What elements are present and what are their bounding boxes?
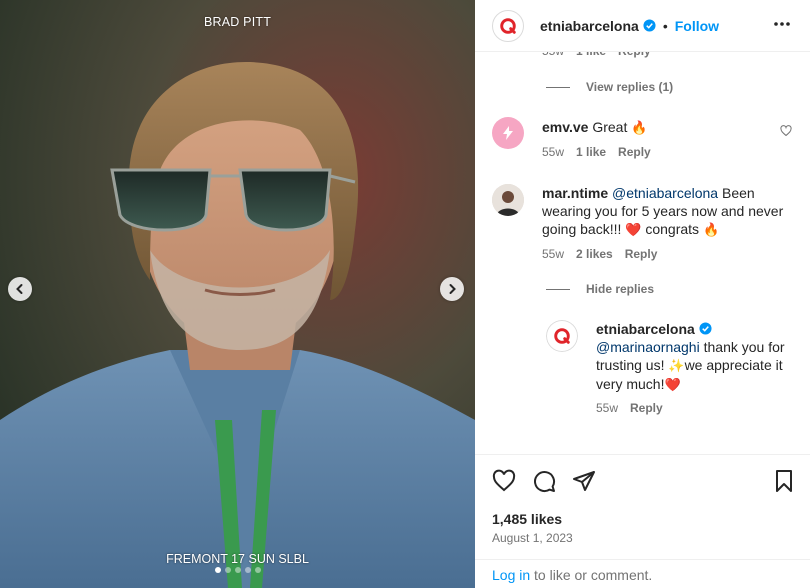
post-date[interactable]: August 1, 2023 — [492, 531, 573, 545]
reply-button[interactable]: Reply — [618, 145, 651, 159]
mention-link[interactable]: @etniabarcelona — [612, 185, 718, 201]
reply-time: 55w — [596, 401, 619, 415]
avatar[interactable] — [492, 184, 524, 216]
media-overlay-caption: FREMONT 17 SUN SLBL — [166, 552, 309, 566]
carousel-dot — [254, 567, 261, 573]
post-panel: 55w 1 like Reply View replies (1) emv.ve… — [475, 0, 810, 588]
fire-emoji: 🔥 — [702, 222, 720, 237]
comment-username[interactable]: emv.ve — [542, 119, 588, 135]
share-icon[interactable] — [572, 469, 596, 493]
comment-time: 55w — [542, 247, 565, 261]
save-bookmark-icon[interactable] — [772, 469, 796, 493]
follow-button[interactable]: Follow — [675, 18, 719, 34]
reply-text: etniabarcelona @marinaornaghi thank you … — [596, 320, 801, 394]
comment-body-2: congrats — [645, 221, 700, 237]
comment-time: 55w — [542, 145, 565, 159]
post-photo — [0, 0, 475, 588]
verified-badge-icon — [643, 19, 656, 32]
heart-emoji: ❤️ — [664, 377, 681, 392]
account-username[interactable]: etniabarcelona — [540, 18, 639, 34]
comment-text: mar.ntime @etniabarcelona Been wearing y… — [542, 184, 797, 239]
carousel-next-button[interactable] — [440, 277, 464, 301]
hide-replies-label: Hide replies — [586, 282, 655, 296]
comment-username[interactable]: mar.ntime — [542, 185, 608, 201]
heart-emoji: ❤️ — [625, 222, 642, 237]
comments-list[interactable]: 55w 1 like Reply View replies (1) emv.ve… — [475, 0, 810, 454]
avatar[interactable] — [546, 320, 578, 352]
more-options-icon[interactable] — [772, 14, 792, 34]
carousel-dot — [234, 567, 241, 573]
hide-replies-button[interactable]: Hide replies — [546, 282, 654, 296]
thread-line — [546, 86, 570, 88]
media-overlay-title: BRAD PITT — [203, 15, 272, 29]
verified-badge-icon — [699, 322, 712, 335]
comment-likes[interactable]: 1 like — [576, 145, 606, 159]
reply-meta: 55w Reply — [596, 401, 663, 415]
post-media: BRAD PITT FREMONT 17 SUN SLBL — [0, 0, 475, 588]
comment-meta: 55w 2 likes Reply — [542, 247, 657, 261]
fire-emoji: 🔥 — [631, 120, 648, 135]
carousel-dot — [214, 567, 221, 573]
avatar[interactable] — [492, 117, 524, 149]
user-photo-icon — [492, 184, 524, 216]
login-prompt: Log in to like or comment. — [475, 559, 810, 588]
comment-icon[interactable] — [532, 469, 556, 493]
chevron-left-icon — [16, 284, 23, 294]
separator-dot: • — [662, 17, 668, 34]
post-header: etniabarcelona • Follow — [475, 0, 810, 52]
mention-link[interactable]: @marinaornaghi — [596, 339, 700, 355]
view-replies-button[interactable]: View replies (1) — [546, 80, 673, 94]
likes-count[interactable]: 1,485 likes — [492, 511, 562, 527]
account-avatar[interactable] — [492, 9, 524, 42]
post-actions: 1,485 likes August 1, 2023 Log in to lik… — [475, 454, 810, 588]
like-heart-icon[interactable] — [492, 469, 516, 493]
login-prompt-text: to like or comment. — [534, 567, 653, 583]
reply-button[interactable]: Reply — [630, 401, 663, 415]
reply-username[interactable]: etniabarcelona — [596, 321, 695, 337]
chevron-right-icon — [449, 284, 456, 294]
heart-outline-icon[interactable] — [780, 125, 792, 137]
comment-meta: 55w 1 like Reply — [542, 145, 651, 159]
carousel-dot — [224, 567, 231, 573]
comment-likes[interactable]: 2 likes — [576, 247, 613, 261]
sparkles-emoji: ✨ — [668, 358, 685, 373]
lightning-icon — [503, 126, 513, 140]
comment-text: emv.ve Great 🔥 — [542, 118, 792, 137]
reply-button[interactable]: Reply — [625, 247, 658, 261]
etnia-logo-icon — [554, 328, 570, 344]
brand-logo — [546, 320, 578, 352]
login-link[interactable]: Log in — [492, 567, 530, 583]
carousel-dot — [244, 567, 251, 573]
carousel-indicator — [0, 567, 475, 573]
etnia-logo-icon — [500, 17, 516, 34]
comment-body: Great — [592, 119, 628, 135]
view-replies-label: View replies (1) — [586, 80, 674, 94]
thread-line — [546, 288, 570, 290]
carousel-prev-button[interactable] — [8, 277, 32, 301]
